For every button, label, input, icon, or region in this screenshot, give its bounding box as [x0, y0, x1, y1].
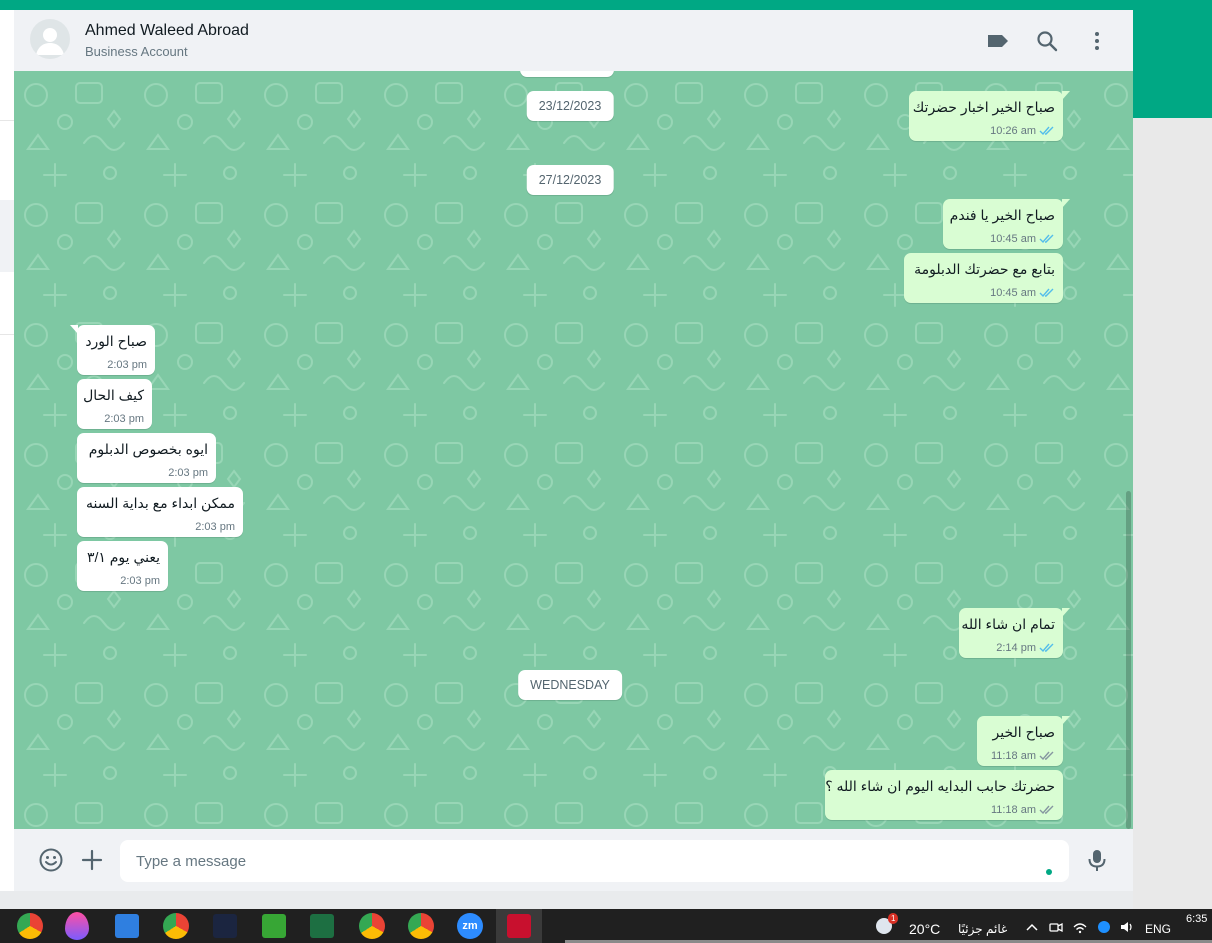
zoom-icon[interactable]: zm: [457, 913, 483, 939]
message-time: 2:03 pm: [168, 467, 208, 479]
composer: [14, 829, 1133, 891]
menu-icon[interactable]: [1084, 28, 1110, 54]
meet-now-icon[interactable]: [1048, 919, 1064, 935]
microphone-icon[interactable]: [1084, 847, 1110, 873]
chrome-profile-icon[interactable]: [408, 913, 434, 939]
message-list[interactable]: 23/12/2023 صباح الخير اخبار حضرتك 10:26 …: [14, 71, 1133, 829]
message-time: 2:03 pm: [195, 521, 235, 533]
clock-time[interactable]: 6:35: [1186, 913, 1207, 925]
message-list-scrollbar[interactable]: [1126, 491, 1131, 829]
message-bubble-incoming[interactable]: يعني يوم ٣/١ 2:03 pm: [77, 541, 168, 591]
message-text: صباح الخير يا فندم: [949, 207, 1055, 223]
emoji-icon[interactable]: [38, 847, 64, 873]
message-text: تمام ان شاء الله: [961, 616, 1055, 632]
chrome-icon[interactable]: [17, 913, 43, 939]
acrobat-icon[interactable]: [507, 914, 531, 938]
message-text: حضرتك حابب البدايه اليوم ان شاء الله ؟: [825, 778, 1055, 794]
taskbar: zm 1 20°C غائم جزئيًا ENG 6:35: [0, 909, 1212, 943]
weather-badge: 1: [888, 913, 899, 924]
photos-icon[interactable]: [115, 914, 139, 938]
double-check-read-icon: [1039, 126, 1054, 136]
chat-window: Ahmed Waleed Abroad Business Account 23/…: [14, 10, 1133, 891]
label-icon[interactable]: [985, 28, 1011, 54]
message-bubble-outgoing[interactable]: تمام ان شاء الله 2:14 pm: [959, 608, 1070, 658]
language-indicator[interactable]: ENG: [1145, 922, 1171, 936]
date-chip: 27/12/2023: [526, 165, 614, 195]
message-text: صباح الخير: [992, 724, 1055, 740]
search-icon[interactable]: [1034, 28, 1060, 54]
camtasia-icon[interactable]: [262, 914, 286, 938]
date-chip: 23/12/2023: [526, 91, 614, 121]
wifi-icon[interactable]: [1072, 919, 1088, 935]
top-accent-strip: [0, 0, 1212, 10]
message-time: 11:18 am: [990, 804, 1036, 816]
message-bubble-outgoing[interactable]: حضرتك حابب البدايه اليوم ان شاء الله ؟ 1…: [825, 770, 1063, 820]
message-bubble-outgoing[interactable]: صباح الخير 11:18 am: [977, 716, 1070, 766]
default-avatar-icon: [36, 28, 64, 55]
message-time: 10:45 am: [990, 233, 1036, 245]
message-text: كيف الحال: [83, 387, 144, 403]
double-check-read-icon: [1039, 234, 1054, 244]
chat-list-edge: [0, 10, 14, 891]
avatar[interactable]: [30, 19, 70, 59]
message-time: 10:45 am: [990, 287, 1036, 299]
message-text: بتابع مع حضرتك الدبلومة: [914, 261, 1055, 277]
message-bubble-incoming[interactable]: كيف الحال 2:03 pm: [77, 379, 152, 429]
message-text: ايوه بخصوص الدبلوم: [88, 441, 208, 457]
message-time: 11:18 am: [990, 750, 1036, 762]
double-check-delivered-icon: [1039, 805, 1054, 815]
chrome-profile-icon[interactable]: [359, 913, 385, 939]
chrome-profile-icon[interactable]: [163, 913, 189, 939]
message-bubble-incoming[interactable]: صباح الورد 2:03 pm: [70, 325, 155, 375]
chevron-up-icon[interactable]: [1024, 919, 1040, 935]
paint-drop-icon[interactable]: [65, 912, 89, 940]
excel-icon[interactable]: [310, 914, 334, 938]
double-check-delivered-icon: [1039, 751, 1054, 761]
contact-subtitle: Business Account: [85, 44, 188, 59]
message-text: يعني يوم ٣/١: [86, 549, 160, 565]
side-panel-background: [1133, 118, 1212, 909]
temperature[interactable]: 20°C: [909, 921, 940, 937]
message-text: صباح الخير اخبار حضرتك: [912, 99, 1055, 115]
double-check-read-icon: [1039, 288, 1054, 298]
message-time: 10:26 am: [990, 125, 1036, 137]
date-chip: WEDNESDAY: [518, 670, 622, 700]
message-bubble-outgoing[interactable]: صباح الخير اخبار حضرتك 10:26 am: [909, 91, 1070, 141]
message-time: 2:03 pm: [104, 413, 144, 425]
app-diamond-icon[interactable]: [213, 914, 237, 938]
message-input[interactable]: [120, 840, 1069, 882]
network-status-icon[interactable]: [1096, 919, 1112, 935]
attach-plus-icon[interactable]: [79, 847, 105, 873]
side-panel-accent: [1133, 10, 1212, 118]
message-text: ممكن ابداء مع بداية السنه: [85, 495, 235, 511]
message-bubble-incoming[interactable]: ايوه بخصوص الدبلوم 2:03 pm: [77, 433, 216, 483]
message-text: صباح الورد: [85, 333, 147, 349]
double-check-read-icon: [1039, 643, 1054, 653]
weather-text[interactable]: غائم جزئيًا: [958, 922, 1007, 936]
message-bubble-outgoing[interactable]: صباح الخير يا فندم 10:45 am: [943, 199, 1070, 249]
contact-name[interactable]: Ahmed Waleed Abroad: [85, 22, 249, 40]
message-time: 2:03 pm: [107, 359, 147, 371]
message-bubble-outgoing[interactable]: بتابع مع حضرتك الدبلومة 10:45 am: [904, 253, 1063, 303]
message-time: 2:03 pm: [120, 575, 160, 587]
status-dot: [1046, 869, 1052, 875]
date-chip-partial: [520, 71, 614, 77]
message-bubble-incoming[interactable]: ممكن ابداء مع بداية السنه 2:03 pm: [77, 487, 243, 537]
chat-header: Ahmed Waleed Abroad Business Account: [14, 10, 1133, 72]
volume-icon[interactable]: [1119, 919, 1135, 935]
message-time: 2:14 pm: [996, 642, 1036, 654]
chat-list-selected-item[interactable]: [0, 200, 14, 272]
